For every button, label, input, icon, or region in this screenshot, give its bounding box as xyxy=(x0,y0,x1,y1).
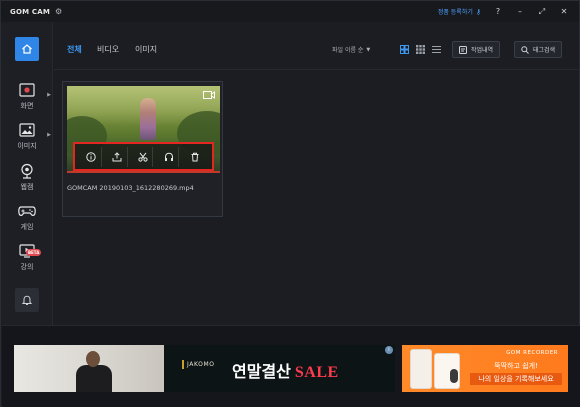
caret-right-icon: ▶ xyxy=(47,92,51,98)
ad-headline: 연말결산 SALE xyxy=(232,358,339,382)
ad-photo xyxy=(14,345,164,392)
sidebar-item-label: 웹캠 xyxy=(20,183,34,191)
ad-banner-text-area: JAKOMO 연말결산 SALE i xyxy=(164,345,395,392)
settings-gear-icon[interactable]: ⚙ xyxy=(55,7,62,16)
tab-video[interactable]: 비디오 xyxy=(97,44,119,55)
info-button[interactable] xyxy=(82,146,102,167)
sort-dropdown-value: 파일 이름 순 xyxy=(332,47,364,54)
trash-icon xyxy=(191,152,199,161)
sidebar-item-label: 게임 xyxy=(20,223,34,231)
caret-right-icon: ▶ xyxy=(47,132,51,138)
file-name: GOMCAM 20190103_1612280269.mp4 xyxy=(67,184,194,192)
file-card[interactable]: GOMCAM 20190103_1612280269.mp4 xyxy=(62,81,223,217)
help-button[interactable]: ? xyxy=(493,7,503,16)
ad-banner-gom-recorder[interactable]: GOM RECORDER 뚝딱하고 쉽게! 나의 일상을 기록해보세요 xyxy=(402,345,568,392)
ad-brand: JAKOMO xyxy=(182,360,215,369)
minimize-button[interactable]: – xyxy=(515,7,525,16)
history-button[interactable]: 작업내역 xyxy=(452,41,501,58)
ad-info-icon[interactable]: i xyxy=(385,346,393,354)
cut-button[interactable] xyxy=(133,146,154,167)
chevron-down-icon: ▼ xyxy=(366,46,371,53)
title-bar: GOM CAM ⚙ 정품 등록하기 ⚷ ? – ⤢ ✕ xyxy=(1,1,579,22)
video-thumbnail[interactable] xyxy=(67,86,220,172)
list-icon xyxy=(431,45,441,53)
sidebar-item-game[interactable]: 게임 xyxy=(1,201,53,237)
home-button[interactable] xyxy=(15,37,39,61)
view-large-grid-button[interactable] xyxy=(399,44,409,54)
sidebar-item-webcam[interactable]: 웹캠 xyxy=(1,161,53,197)
notification-button[interactable] xyxy=(15,288,39,312)
app-title: GOM CAM xyxy=(10,7,51,16)
screen-record-icon xyxy=(16,80,38,100)
ad-recorder-line1: 뚝딱하고 쉽게! xyxy=(494,362,538,370)
toolbar: 전체 비디오 이미지 파일 이름 순 ▼ 작업내역 태그검색 xyxy=(54,22,579,70)
sidebar-item-screen[interactable]: 화면 ▶ xyxy=(1,80,53,116)
ad-sale-text: SALE xyxy=(294,364,339,381)
tag-search-button[interactable]: 태그검색 xyxy=(514,41,563,58)
register-link-label: 정품 등록하기 xyxy=(437,9,473,16)
cut-icon xyxy=(138,152,148,162)
ad-recorder-brand: GOM RECORDER xyxy=(506,350,558,356)
close-button[interactable]: ✕ xyxy=(559,7,569,16)
card-action-bar xyxy=(73,142,214,171)
ad-area: JAKOMO 연말결산 SALE i GOM RECORDER 뚝딱하고 쉽게! … xyxy=(2,325,580,407)
key-icon: ⚷ xyxy=(475,7,481,16)
sidebar-item-lecture[interactable]: 강의 BETA xyxy=(1,241,53,277)
share-icon xyxy=(112,151,122,161)
delete-button[interactable] xyxy=(185,147,205,167)
ad-banner-jakomo[interactable]: JAKOMO 연말결산 SALE i xyxy=(14,345,395,392)
beta-badge: BETA xyxy=(26,249,42,256)
small-grid-icon xyxy=(415,44,425,54)
history-icon xyxy=(459,45,467,54)
gamepad-icon xyxy=(16,201,38,221)
bell-icon xyxy=(21,295,33,305)
sidebar-item-image[interactable]: 이미지 ▶ xyxy=(1,120,53,156)
large-grid-icon xyxy=(399,44,409,54)
share-button[interactable] xyxy=(108,146,128,167)
video-camera-icon xyxy=(203,91,215,99)
ad-headline-text: 연말결산 xyxy=(232,364,291,381)
ad-brand-label: JAKOMO xyxy=(187,361,215,368)
home-icon xyxy=(22,44,32,54)
sidebar-item-label: 강의 xyxy=(20,263,34,271)
register-link[interactable]: 정품 등록하기 ⚷ xyxy=(437,7,481,17)
title-controls: 정품 등록하기 ⚷ ? – ⤢ ✕ xyxy=(438,1,569,22)
ad-recorder-line2: 나의 일상을 기록해보세요 xyxy=(470,373,562,385)
info-icon xyxy=(86,151,97,162)
thumbnail-underline xyxy=(67,171,220,173)
thumbnail-character xyxy=(140,98,156,140)
image-icon xyxy=(16,120,38,140)
main-panel: 전체 비디오 이미지 파일 이름 순 ▼ 작업내역 태그검색 GOMCAM 20… xyxy=(54,22,579,325)
headphones-icon xyxy=(164,152,173,161)
search-icon xyxy=(521,45,529,54)
app-window: GOM CAM ⚙ 정품 등록하기 ⚷ ? – ⤢ ✕ 화면 ▶ 이미지 ▶ 웹… xyxy=(0,0,580,407)
tab-all[interactable]: 전체 xyxy=(67,44,82,55)
tab-image[interactable]: 이미지 xyxy=(135,44,157,55)
restore-button[interactable]: ⤢ xyxy=(537,7,547,17)
view-list-button[interactable] xyxy=(431,44,441,54)
ad-phone-image xyxy=(410,349,432,389)
tag-search-button-label: 태그검색 xyxy=(533,47,556,54)
audio-button[interactable] xyxy=(159,146,180,167)
webcam-icon xyxy=(16,161,38,181)
sort-dropdown[interactable]: 파일 이름 순 ▼ xyxy=(332,45,371,55)
sidebar: 화면 ▶ 이미지 ▶ 웹캠 게임 강의 BETA xyxy=(1,22,53,325)
sidebar-item-label: 화면 xyxy=(20,102,34,110)
microphone-icon xyxy=(450,369,458,383)
view-small-grid-button[interactable] xyxy=(415,44,425,54)
history-button-label: 작업내역 xyxy=(471,47,494,54)
sidebar-item-label: 이미지 xyxy=(17,142,37,150)
